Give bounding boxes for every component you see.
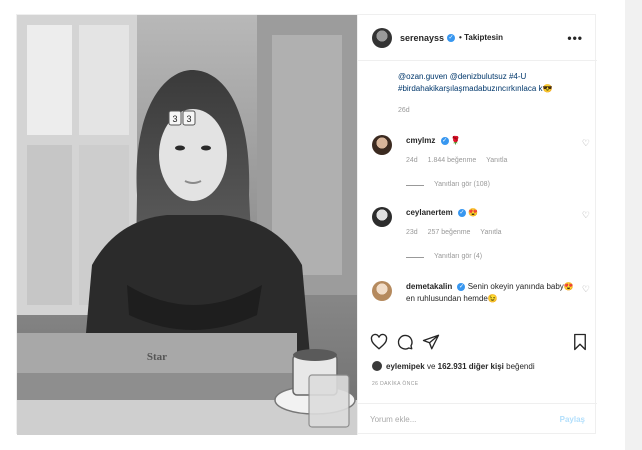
tile-1: 3 [172,114,177,124]
more-icon[interactable]: ••• [567,31,583,45]
liked-by-connector: ve [426,361,436,371]
verified-badge-icon: ✓ [457,208,466,217]
avatar[interactable] [372,207,392,227]
reply-button[interactable]: Yanıtla [480,229,501,236]
likes-summary: eylemipek ve 162.931 diğer kişi beğendi [372,361,535,371]
laptop-logo: Star [147,351,167,363]
heart-icon[interactable]: ♡ [582,210,590,221]
comment-likes[interactable]: 257 beğenme [428,229,471,236]
follow-status[interactable]: • Takiptesin [459,33,503,42]
photo-illustration: 3 3 Star [17,15,357,435]
tile-2: 3 [186,114,191,124]
scrollbar-track[interactable] [625,0,642,450]
comment-item: cmylmz ✓ 🌹 24d 1.844 beğenme Yanıtla Yan… [372,135,590,191]
comment-likes[interactable]: 1.844 beğenme [428,157,477,164]
liked-by-suffix: beğendi [506,361,535,371]
avatar[interactable] [372,27,392,48]
heart-icon[interactable]: ♡ [582,138,590,149]
comment-item: demetakalin ✓ Senin okeyin yanında baby😍… [372,281,590,305]
share-icon[interactable] [422,333,440,356]
comment-username[interactable]: cmylmz [406,136,435,145]
comment-username[interactable]: ceylanertem [406,208,453,217]
liked-by-user[interactable]: eylemipek [386,362,425,371]
bookmark-icon[interactable] [571,333,589,356]
heart-icon[interactable]: ♡ [582,284,590,295]
verified-badge-icon: ✓ [440,136,449,145]
caption-text[interactable]: @ozan.guven @denizbulutsuz #4-U #birdaha… [398,72,552,93]
comment-item: ceylanertem ✓ 😍 23d 257 beğenme Yanıtla … [372,207,590,263]
avatar[interactable] [372,135,392,155]
caption-age: 26d [398,107,410,114]
post-caption: @ozan.guven @denizbulutsuz #4-U #birdaha… [398,71,588,117]
comment-input[interactable] [370,415,530,424]
verified-badge-icon: ✓ [447,33,456,42]
verified-badge-icon: ✓ [457,282,466,291]
comment-text: 🌹 [450,136,461,145]
post-side-panel: serenayss ✓ • Takiptesin ••• @ozan.guven… [357,15,597,435]
reply-button[interactable]: Yanıtla [486,157,507,164]
heart-icon[interactable] [370,333,388,356]
post-container: 3 3 Star serenayss ✓ • Takiptesin ••• @o… [16,14,597,435]
liked-by-count[interactable]: 162.931 diğer kişi [438,362,504,371]
post-username[interactable]: serenayss [400,33,444,43]
comment-username[interactable]: demetakalin [406,282,452,291]
add-comment-bar: Paylaş [358,403,597,435]
view-replies[interactable]: Yanıtları gör (4) [406,251,582,263]
post-photo[interactable]: 3 3 Star [17,15,357,435]
comment-text: 😍 [468,208,479,217]
comment-age: 23d [406,229,418,236]
post-comment-button[interactable]: Paylaş [560,415,585,424]
comment-age: 24d [406,157,418,164]
avatar[interactable] [372,281,392,301]
action-bar [368,333,593,355]
comment-icon[interactable] [396,333,414,356]
view-replies[interactable]: Yanıtları gör (108) [406,179,582,191]
post-header: serenayss ✓ • Takiptesin ••• [358,15,597,61]
post-timestamp: 26 DAKİKA ÖNCE [372,381,419,387]
avatar[interactable] [372,361,382,371]
